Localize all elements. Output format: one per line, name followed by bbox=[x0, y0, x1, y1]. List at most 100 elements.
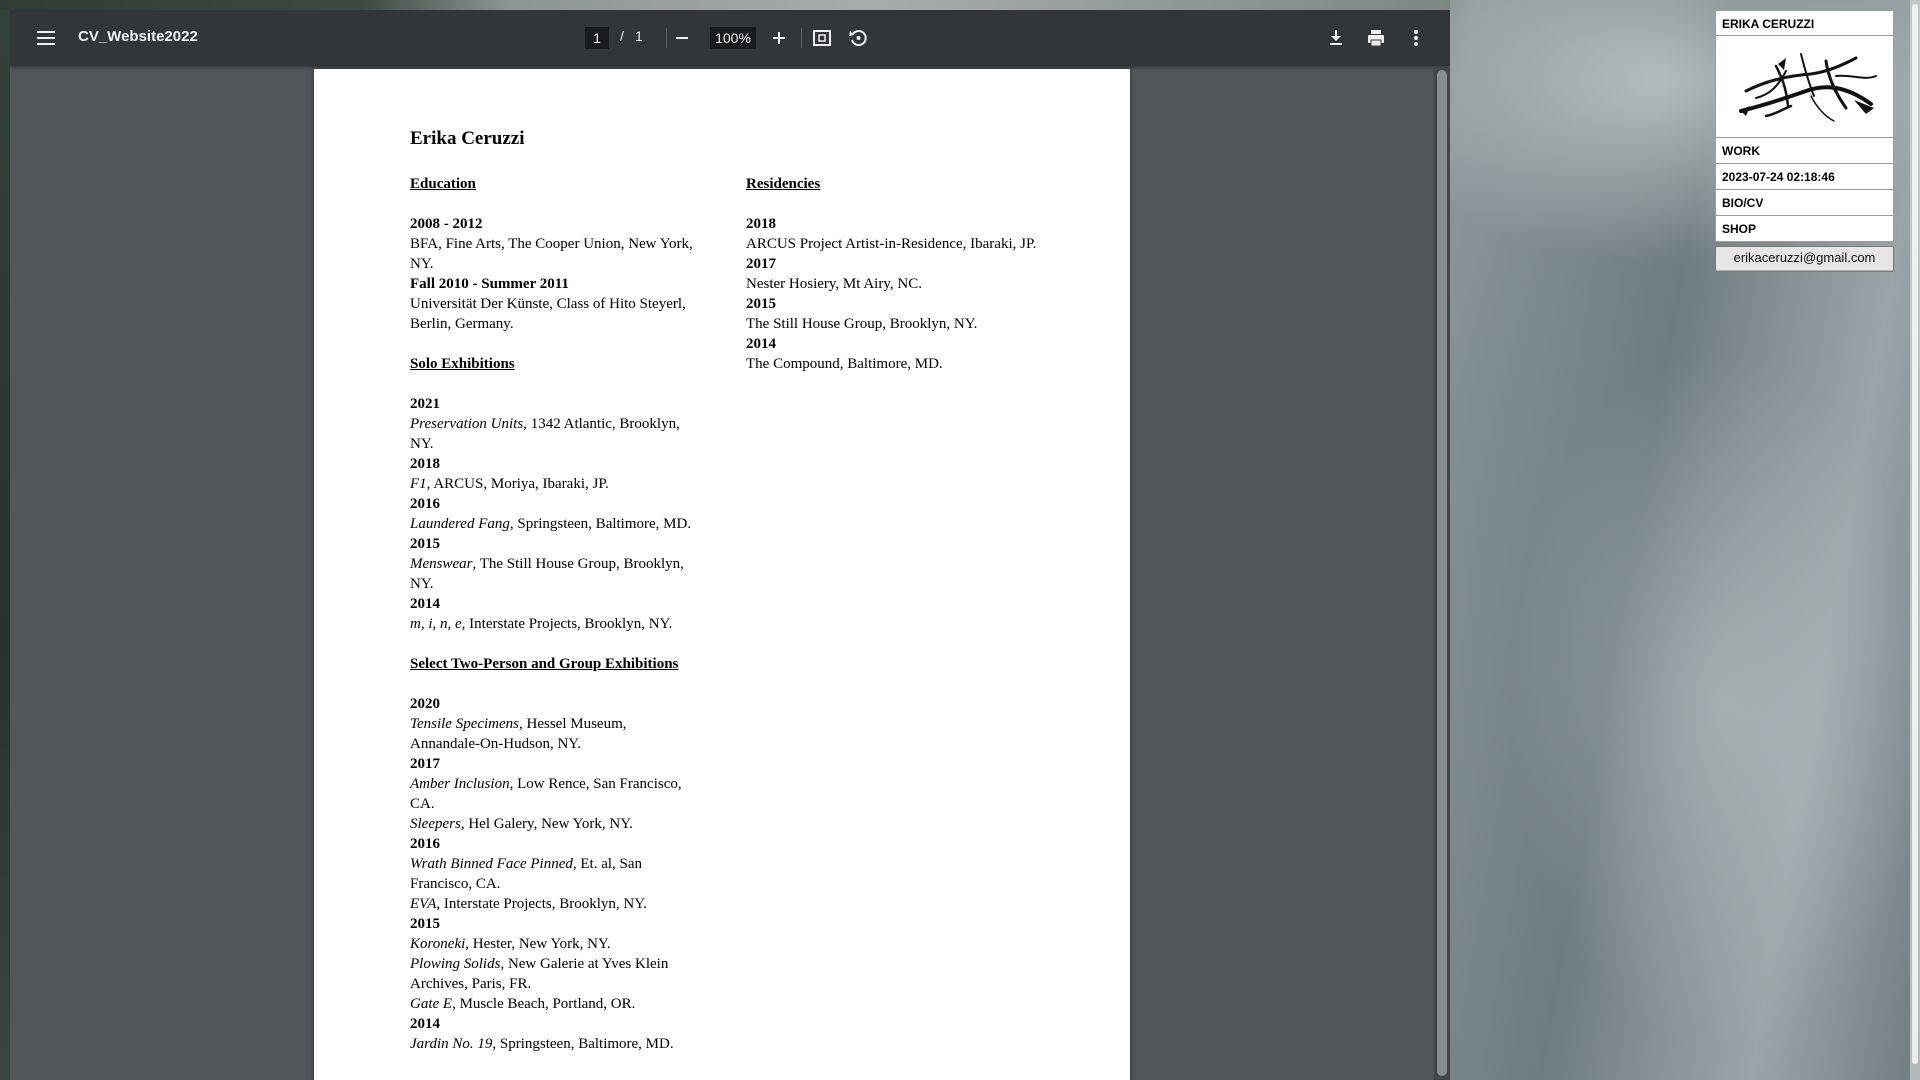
work-title: Sleepers bbox=[410, 816, 461, 832]
group-exhibitions-heading: Select Two-Person and Group Exhibitions bbox=[410, 656, 679, 672]
page-total: 1 bbox=[635, 28, 643, 44]
file-title: CV_Website2022 bbox=[78, 28, 198, 45]
toolbar-divider bbox=[801, 28, 802, 48]
entry-text: NY. bbox=[410, 436, 434, 452]
entry-text: m, i, n, e, Interstate Projects, Brookly… bbox=[410, 614, 700, 634]
entry-year: 2014 bbox=[410, 1016, 440, 1032]
page-separator: / bbox=[620, 28, 624, 44]
venue: Hessel Museum, bbox=[522, 716, 627, 732]
venue: 1342 Atlantic, Brooklyn, bbox=[526, 416, 680, 432]
entry-year: 2016 bbox=[410, 496, 440, 512]
entry-text: F1, ARCUS, Moriya, Ibaraki, JP. bbox=[410, 474, 700, 494]
entry-text: Jardin No. 19, Springsteen, Baltimore, M… bbox=[410, 1034, 700, 1054]
entry-year: 2008 - 2012 bbox=[410, 216, 483, 232]
pdf-toolbar: CV_Website2022 1 / 1 100% bbox=[10, 10, 1450, 66]
work-title: EVA bbox=[410, 896, 437, 912]
right-column: Residencies 2018 ARCUS Project Artist-in… bbox=[746, 174, 1086, 374]
entry-text: NY. bbox=[410, 576, 434, 592]
entry-year: 2017 bbox=[410, 756, 440, 772]
solo-exhibitions-heading: Solo Exhibitions bbox=[410, 356, 515, 372]
pdf-viewer: CV_Website2022 1 / 1 100% Erika Ceruzzi … bbox=[10, 10, 1450, 1080]
entry-text: CA. bbox=[410, 796, 435, 812]
menu-icon[interactable] bbox=[34, 26, 58, 50]
residencies-heading: Residencies bbox=[746, 176, 821, 192]
entry-year: 2015 bbox=[410, 916, 440, 932]
work-title: Preservation Units, bbox=[410, 416, 527, 432]
site-name-link[interactable]: ERIKA CERUZZI bbox=[1715, 10, 1894, 36]
nav-link-shop[interactable]: SHOP bbox=[1715, 216, 1894, 242]
entry-year: 2018 bbox=[410, 456, 440, 472]
venue: , Springsteen, Baltimore, MD. bbox=[509, 516, 692, 532]
entry-text: The Still House Group, Brooklyn, NY. bbox=[746, 316, 978, 332]
work-title: Plowing Solids bbox=[410, 956, 501, 972]
nav-link-work[interactable]: WORK bbox=[1715, 138, 1894, 164]
entry-year: 2020 bbox=[410, 696, 440, 712]
nav-link-bio-cv[interactable]: BIO/CV bbox=[1715, 190, 1894, 216]
entry-text: Preservation Units, 1342 Atlantic, Brook… bbox=[410, 414, 700, 434]
entry-text: Annandale-On-Hudson, NY. bbox=[410, 736, 581, 752]
entry-text: Gate E, Muscle Beach, Portland, OR. bbox=[410, 994, 700, 1014]
toolbar-divider bbox=[666, 28, 667, 48]
work-title: Koroneki bbox=[410, 936, 466, 952]
entry-year: 2018 bbox=[746, 216, 776, 232]
venue: , Hester, New York, NY. bbox=[465, 936, 611, 952]
entry-year: 2014 bbox=[410, 596, 440, 612]
entry-text: Berlin, Germany. bbox=[410, 316, 514, 332]
entry-text: Amber Inclusion, Low Rence, San Francisc… bbox=[410, 774, 700, 794]
education-heading: Education bbox=[410, 176, 476, 192]
work-title: m, i, n, e, bbox=[410, 616, 466, 632]
work-title: Amber Inclusion bbox=[410, 776, 510, 792]
window-scrollbar-thumb[interactable] bbox=[1912, 4, 1918, 1064]
pdf-scrollbar-thumb[interactable] bbox=[1437, 70, 1447, 1076]
venue: ARCUS, Moriya, Ibaraki, JP. bbox=[430, 476, 609, 492]
entry-text: Nester Hosiery, Mt Airy, NC. bbox=[746, 276, 922, 292]
entry-text: BFA, Fine Arts, The Cooper Union, New Yo… bbox=[410, 236, 693, 252]
entry-text: Francisco, CA. bbox=[410, 876, 501, 892]
email-button[interactable]: erikaceruzzi@gmail.com bbox=[1715, 246, 1894, 272]
artwork-logo[interactable] bbox=[1715, 36, 1894, 138]
entry-text: Wrath Binned Face Pinned, Et. al, San bbox=[410, 854, 700, 874]
entry-year: 2021 bbox=[410, 396, 440, 412]
entry-text: The Compound, Baltimore, MD. bbox=[746, 356, 943, 372]
left-column: Education 2008 - 2012 BFA, Fine Arts, Th… bbox=[410, 174, 700, 1054]
venue: , Low Rence, San Francisco, bbox=[509, 776, 682, 792]
entry-year: 2016 bbox=[410, 836, 440, 852]
document-title: Erika Ceruzzi bbox=[410, 128, 525, 149]
background-strip bbox=[0, 0, 1450, 10]
window-scrollbar[interactable] bbox=[1910, 0, 1920, 1080]
entry-text: Koroneki, Hester, New York, NY. bbox=[410, 934, 700, 954]
venue: , Hel Galery, New York, NY. bbox=[460, 816, 633, 832]
work-title: F1, bbox=[410, 476, 431, 492]
entry-year: 2015 bbox=[746, 296, 776, 312]
venue: , Interstate Projects, Brooklyn, NY. bbox=[436, 896, 647, 912]
entry-year: 2015 bbox=[410, 536, 440, 552]
minus-icon[interactable] bbox=[670, 26, 694, 50]
print-icon[interactable] bbox=[1364, 26, 1388, 50]
entry-text: Archives, Paris, FR. bbox=[410, 976, 532, 992]
entry-text: NY. bbox=[410, 256, 434, 272]
fit-page-icon[interactable] bbox=[810, 26, 834, 50]
venue: , New Galerie at Yves Klein bbox=[500, 956, 669, 972]
more-vert-icon[interactable] bbox=[1404, 26, 1428, 50]
work-title: Tensile Specimens, bbox=[410, 716, 523, 732]
work-title: Laundered Fang bbox=[410, 516, 510, 532]
entry-text: EVA, Interstate Projects, Brooklyn, NY. bbox=[410, 894, 700, 914]
rotate-icon[interactable] bbox=[846, 26, 870, 50]
entry-year: 2014 bbox=[746, 336, 776, 352]
work-title: Wrath Binned Face Pinned bbox=[410, 856, 573, 872]
zoom-level-input[interactable]: 100% bbox=[710, 27, 756, 49]
page-number-input[interactable]: 1 bbox=[585, 27, 609, 49]
entry-text: Menswear, The Still House Group, Brookly… bbox=[410, 554, 700, 574]
plus-icon[interactable] bbox=[767, 26, 791, 50]
site-nav: ERIKA CERUZZI WORK 2023-07-24 02:18:46 B… bbox=[1715, 10, 1894, 272]
entry-text: Sleepers, Hel Galery, New York, NY. bbox=[410, 814, 700, 834]
download-icon[interactable] bbox=[1324, 26, 1348, 50]
entry-year: 2017 bbox=[746, 256, 776, 272]
entry-text: Universität Der Künste, Class of Hito St… bbox=[410, 296, 686, 312]
work-title: Jardin No. 19, bbox=[410, 1036, 497, 1052]
work-title: Menswear bbox=[410, 556, 473, 572]
entry-text: Laundered Fang, Springsteen, Baltimore, … bbox=[410, 514, 700, 534]
entry-text: Tensile Specimens, Hessel Museum, bbox=[410, 714, 700, 734]
nav-timestamp: 2023-07-24 02:18:46 bbox=[1715, 164, 1894, 190]
work-title: Gate E bbox=[410, 996, 453, 1012]
